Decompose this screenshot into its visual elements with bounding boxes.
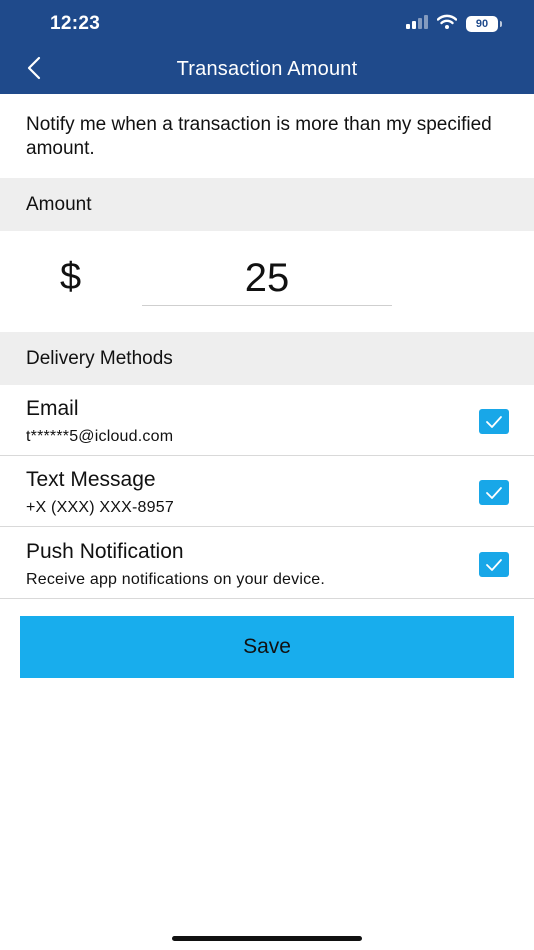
checkmark-icon [486,415,502,428]
wifi-icon [436,14,458,34]
delivery-method-email[interactable]: Email t******5@icloud.com [0,385,534,456]
method-title: Email [26,397,79,420]
push-notification-checkbox[interactable] [479,552,509,577]
email-checkbox[interactable] [479,409,509,434]
battery-icon: 90 [466,16,502,32]
page-title: Transaction Amount [176,58,358,80]
method-detail: t******5@icloud.com [26,428,174,445]
checkmark-icon [486,486,502,499]
save-button[interactable]: Save [20,616,514,678]
method-title: Push Notification [26,540,184,563]
currency-symbol: $ [60,256,82,298]
delivery-methods-header: Delivery Methods [0,332,534,385]
text-message-checkbox[interactable] [479,480,509,505]
delivery-method-push[interactable]: Push Notification Receive app notificati… [0,528,534,599]
amount-section-header: Amount [0,178,534,231]
method-title: Text Message [26,468,156,491]
delivery-method-text[interactable]: Text Message +X (XXX) XXX-8957 [0,456,534,527]
intro-description: Notify me when a transaction is more tha… [26,114,492,159]
amount-input[interactable] [142,252,392,306]
checkmark-icon [486,558,502,571]
status-time: 12:23 [50,13,101,34]
home-indicator[interactable] [172,936,362,941]
status-icons: 90 [406,14,502,34]
method-detail: +X (XXX) XXX-8957 [26,499,174,516]
cellular-signal-icon [406,14,428,34]
method-detail: Receive app notifications on your device… [26,571,326,588]
navigation-bar: 12:23 90 Transaction Amount [0,0,534,94]
